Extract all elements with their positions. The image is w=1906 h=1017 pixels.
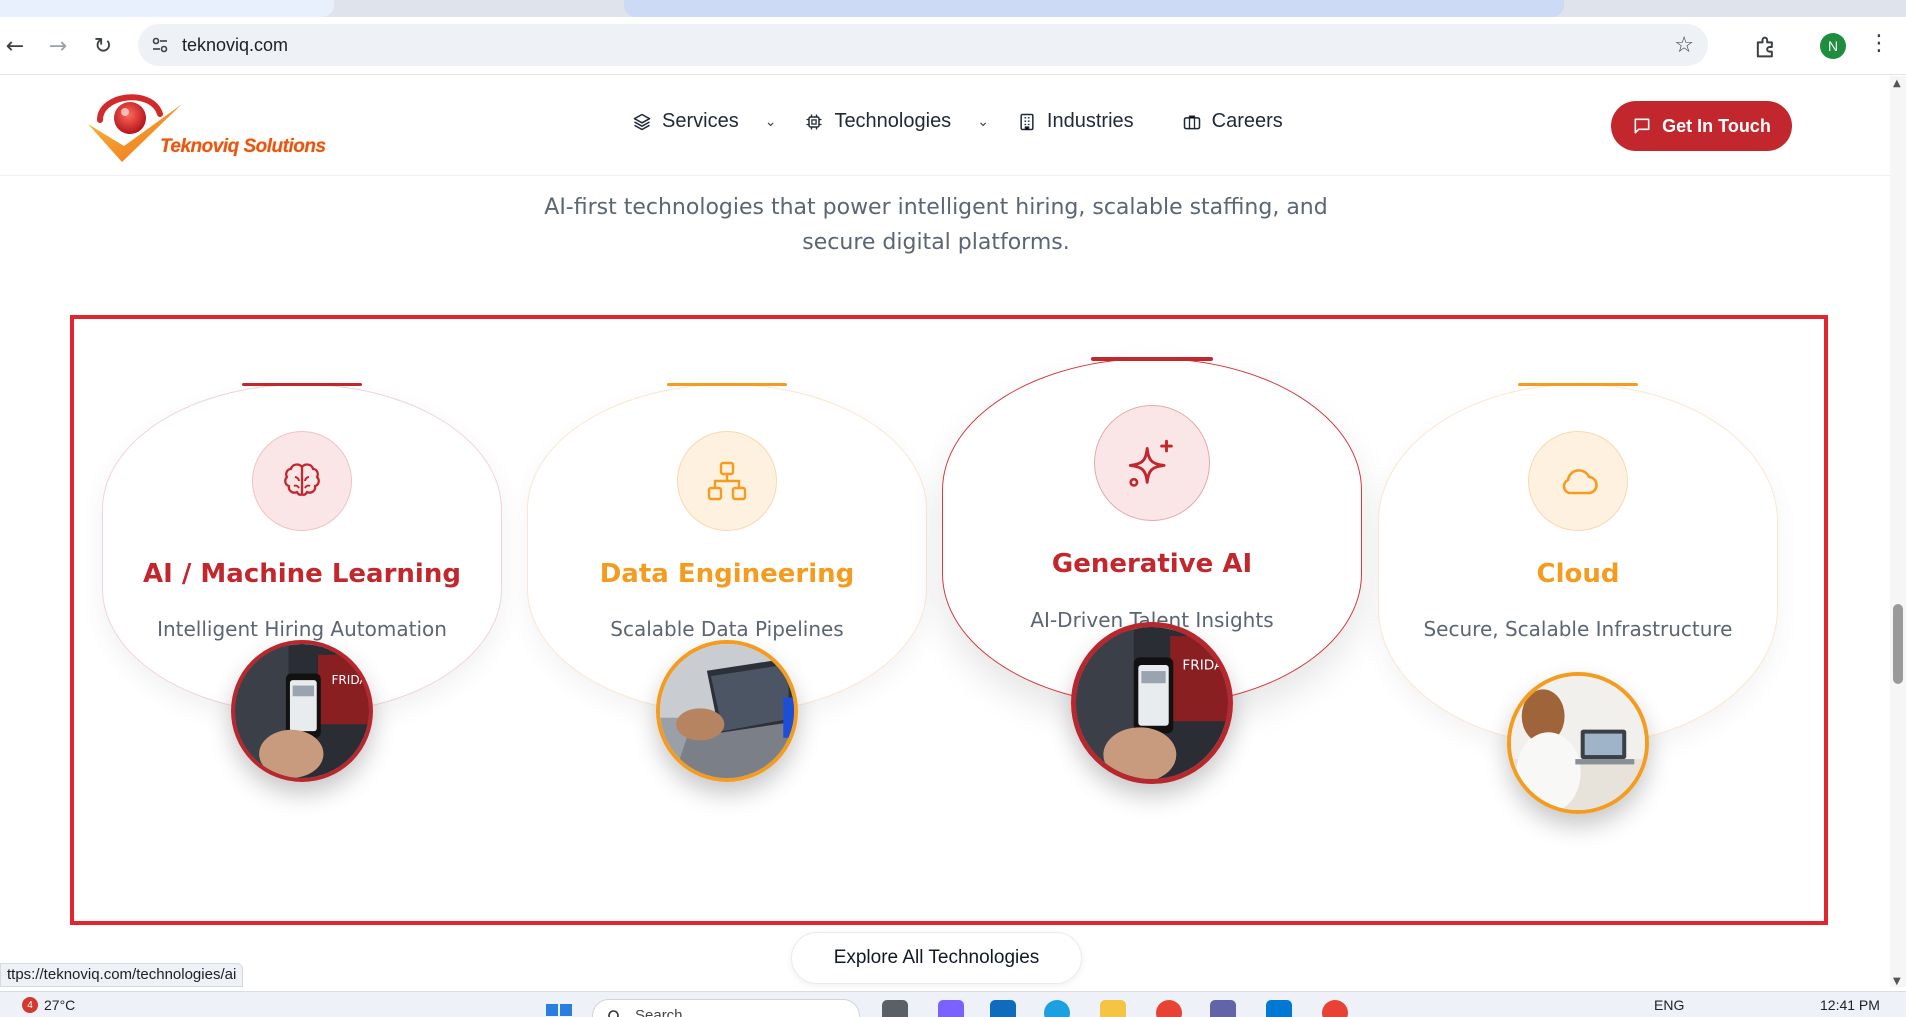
site-header: Teknoviq Solutions Services ⌄ Technologi…: [0, 76, 1890, 176]
chevron-down-icon[interactable]: ⌄: [765, 113, 777, 130]
teams-icon[interactable]: [1210, 1000, 1236, 1017]
nav-label[interactable]: Careers: [1212, 110, 1283, 133]
svg-text:FRIDAY: FRIDAY: [1182, 658, 1228, 674]
logo-text: Teknoviq Solutions: [160, 136, 326, 157]
chip-icon: [806, 114, 822, 129]
file-explorer-icon[interactable]: [1100, 1000, 1126, 1017]
card-title: Cloud: [1536, 559, 1620, 589]
briefcase-icon: [1183, 115, 1200, 129]
nav-label[interactable]: Technologies: [834, 110, 951, 133]
weather-widget[interactable]: 4 27°C: [22, 997, 75, 1013]
outlook-icon[interactable]: [1266, 1000, 1292, 1017]
store-icon[interactable]: [990, 1000, 1016, 1017]
cloud-icon: [1562, 469, 1598, 495]
card-title: AI / Machine Learning: [143, 559, 461, 589]
layers-icon: [633, 113, 651, 130]
nav-item-industries[interactable]: Industries: [1017, 110, 1134, 133]
network-icon: [707, 461, 747, 501]
card-accent-bar: [1091, 357, 1213, 361]
building-icon: [1020, 113, 1034, 130]
scroll-down-icon[interactable]: ▼: [1893, 976, 1901, 987]
logo-mark-icon: [88, 94, 182, 162]
brain-icon: [284, 463, 320, 496]
card-icon-badge: [1528, 431, 1628, 531]
windows-start-icon[interactable]: [546, 1004, 572, 1017]
explore-all-technologies-button[interactable]: Explore All Technologies: [791, 932, 1082, 984]
section-intro-text: AI-first technologies that power intelli…: [544, 195, 1328, 255]
nav-label[interactable]: Services: [662, 110, 739, 133]
nav-item-technologies[interactable]: Technologies ⌄: [804, 110, 989, 133]
copilot-icon[interactable]: [938, 1000, 964, 1017]
message-square-icon: [1634, 118, 1650, 134]
link-status-bar: ttps://teknoviq.com/technologies/ai: [0, 963, 244, 987]
card-icon-badge: [252, 431, 352, 531]
reload-icon[interactable]: ↻: [88, 31, 118, 61]
chrome-profile-icon[interactable]: [1322, 1000, 1348, 1017]
browser-toolbar: ← → ↻ teknoviq.com ☆ N ⋮: [0, 17, 1906, 75]
browser-menu-icon[interactable]: ⋮: [1868, 31, 1890, 56]
nav-item-services[interactable]: Services ⌄: [632, 110, 776, 133]
chevron-down-icon[interactable]: ⌄: [977, 113, 989, 130]
card-photo-generative-ai: FRIDAY: [1071, 622, 1233, 784]
card-photo-cloud: [1507, 672, 1649, 814]
site-settings-icon[interactable]: [150, 35, 170, 55]
browser-tab[interactable]: [0, 0, 334, 17]
sparkles-icon: [1128, 439, 1173, 487]
edge-icon[interactable]: [1044, 1000, 1070, 1017]
bookmark-star-icon[interactable]: ☆: [1674, 33, 1694, 58]
cta-label[interactable]: Get In Touch: [1662, 116, 1771, 137]
weather-temperature: 27°C: [44, 997, 76, 1013]
scroll-up-icon[interactable]: ▲: [1893, 78, 1901, 89]
get-in-touch-button[interactable]: Get In Touch: [1611, 101, 1792, 151]
profile-avatar[interactable]: N: [1820, 33, 1846, 59]
main-navigation: Services ⌄ Technologies ⌄ Industries Car…: [632, 110, 1311, 133]
url-text[interactable]: teknoviq.com: [182, 35, 288, 56]
card-title: Data Engineering: [599, 559, 855, 589]
svg-text:FRIDAY: FRIDAY: [331, 673, 369, 687]
chrome-icon[interactable]: [1156, 1000, 1182, 1017]
nav-item-careers[interactable]: Careers: [1182, 110, 1283, 133]
card-title: Generative AI: [1051, 549, 1253, 579]
forward-arrow-icon[interactable]: →: [43, 31, 73, 61]
search-icon: [608, 1010, 619, 1017]
card-photo-data-engineering: [656, 640, 798, 782]
browser-tab-active[interactable]: [624, 0, 1564, 17]
notification-badge: 4: [22, 997, 38, 1013]
taskbar-search[interactable]: Search: [592, 999, 860, 1017]
card-photo-ai-ml: FRIDAY: [231, 640, 373, 782]
page-scrollbar[interactable]: ▲ ▼: [1890, 76, 1906, 987]
scrollbar-thumb[interactable]: [1893, 604, 1903, 684]
language-indicator[interactable]: ENG: [1654, 997, 1684, 1013]
browser-tab-strip: [0, 0, 1906, 17]
card-subtitle: Secure, Scalable Infrastructure: [1423, 617, 1733, 641]
task-view-icon[interactable]: [882, 1000, 908, 1017]
address-bar[interactable]: teknoviq.com ☆: [138, 24, 1708, 66]
clock-time[interactable]: 12:41 PM: [1820, 997, 1880, 1013]
card-icon-badge: [677, 431, 777, 531]
nav-label[interactable]: Industries: [1047, 110, 1134, 133]
search-placeholder: Search: [635, 1007, 683, 1017]
windows-taskbar: 4 27°C Search ENG 12:41 PM: [0, 991, 1906, 1017]
card-accent-bar: [1518, 383, 1638, 386]
extensions-icon[interactable]: [1752, 33, 1780, 61]
back-arrow-icon[interactable]: ←: [0, 31, 30, 61]
card-accent-bar: [242, 383, 362, 386]
card-accent-bar: [667, 383, 787, 386]
teknoviq-logo[interactable]: Teknoviq Solutions: [82, 84, 332, 174]
card-icon-badge: [1094, 405, 1210, 521]
